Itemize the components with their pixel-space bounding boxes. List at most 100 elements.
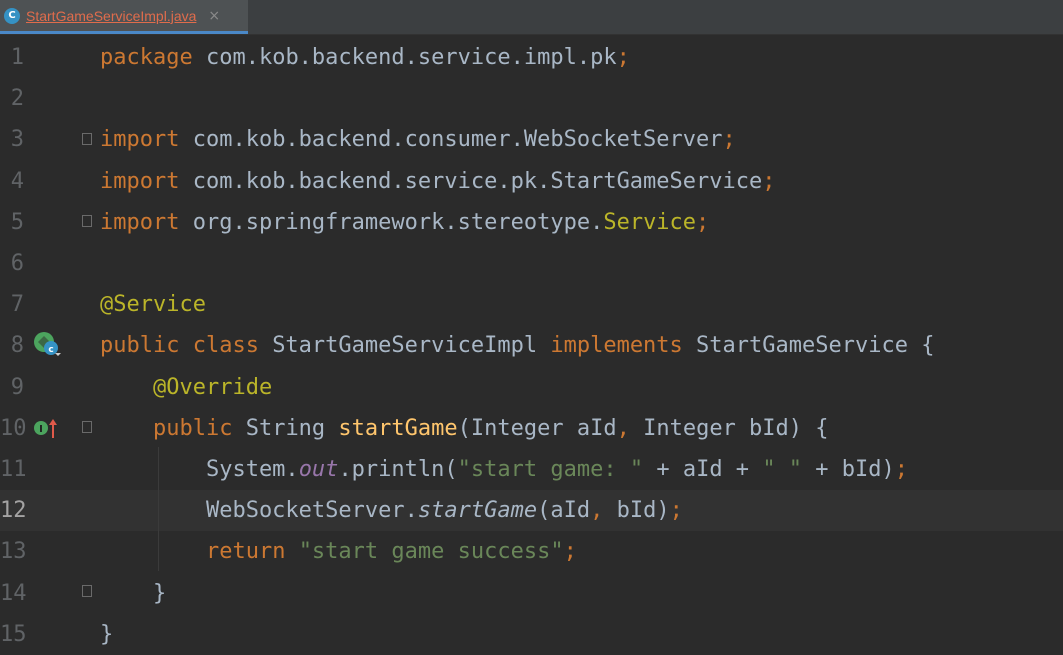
code-token: String xyxy=(245,415,339,441)
code-token: " " xyxy=(762,457,803,482)
code-token: com.kob.backend.service.impl.pk xyxy=(205,45,617,70)
code-token: ; xyxy=(563,539,577,565)
line-number: 8 xyxy=(10,333,24,359)
code-token: org.springframework.stereotype. xyxy=(192,209,604,235)
code-token: com.kob.backend.consumer.WebSocketServer xyxy=(192,127,723,153)
fold-marker[interactable] xyxy=(82,215,92,227)
line-number: 2 xyxy=(10,86,24,112)
code-line[interactable]: 7 @Service xyxy=(0,284,1063,325)
code-line[interactable]: 14 } xyxy=(0,573,1063,614)
code-line[interactable]: 1 package com.kob.backend.service.impl.pk… xyxy=(0,37,1063,78)
code-line[interactable]: 10 public String startGame(Integer aId, … xyxy=(0,408,1063,449)
line-number: 3 xyxy=(10,127,24,153)
code-line[interactable]: 13 return "start game success"; xyxy=(0,531,1063,572)
code-line[interactable]: 4 import com.kob.backend.service.pk.Start… xyxy=(0,161,1063,202)
code-token: (aId xyxy=(537,498,591,524)
code-token: ; xyxy=(894,457,909,482)
code-token: .println( xyxy=(338,457,458,482)
code-editor[interactable]: 15} 14 } 13 return "start game success"; 12… xyxy=(0,35,1063,652)
line-number: 15 xyxy=(0,621,27,647)
code-text: } xyxy=(100,614,113,655)
code-token: StartGameService { xyxy=(696,333,935,359)
code-token: System. xyxy=(100,457,299,482)
java-class-icon: C xyxy=(4,7,20,24)
code-token: return xyxy=(205,539,299,565)
code-token: } xyxy=(100,580,167,606)
line-number: 12 xyxy=(0,498,27,524)
code-token: import xyxy=(100,127,193,153)
code-token: startGame xyxy=(338,415,458,441)
code-token: "start game success" xyxy=(298,539,564,565)
code-token: package xyxy=(100,45,206,70)
code-token: WebSocketServer. xyxy=(100,498,418,524)
code-token: ; xyxy=(696,209,710,235)
code-token: Service xyxy=(603,209,697,235)
code-token: import xyxy=(100,209,193,235)
code-line[interactable]: 5 import org.springframework.stereotype.S… xyxy=(0,202,1063,243)
editor-tab-bar: C StartGameServiceImpl.java × xyxy=(0,0,1063,35)
code-line[interactable]: 15} xyxy=(0,614,1063,655)
tab-startgameserviceimpl[interactable]: C StartGameServiceImpl.java × xyxy=(0,0,248,34)
line-number: 10 xyxy=(0,415,27,441)
code-line[interactable]: 3 import com.kob.backend.consumer.WebSock… xyxy=(0,119,1063,160)
code-text: package com.kob.backend.service.impl.pk; xyxy=(100,37,630,78)
indent-guide xyxy=(158,447,159,571)
implemented-class-icon[interactable]: c xyxy=(32,330,62,358)
code-token: ; xyxy=(762,168,776,194)
code-line[interactable]: 8 public class StartGameServiceImpl imple… xyxy=(0,325,1063,366)
code-token: Integer bId) { xyxy=(643,415,829,441)
code-line[interactable]: 12 WebSocketServer.startGame(aId, bId); xyxy=(0,490,1063,532)
line-number: 7 xyxy=(10,292,24,318)
code-token: public class xyxy=(100,333,273,359)
code-text: import com.kob.backend.service.pk.StartG… xyxy=(100,161,776,202)
code-text: @Service xyxy=(100,284,206,325)
line-number: 4 xyxy=(10,168,24,194)
line-number: 11 xyxy=(0,457,27,482)
line-number: 5 xyxy=(10,209,24,235)
fold-marker[interactable] xyxy=(82,421,92,433)
fold-marker[interactable] xyxy=(82,133,92,145)
implements-method-icon[interactable]: I xyxy=(32,416,62,442)
code-token: public xyxy=(152,415,246,441)
code-line[interactable]: 2 xyxy=(0,78,1063,119)
line-number: 9 xyxy=(10,374,24,400)
code-text: } xyxy=(100,573,166,614)
code-text: public class StartGameServiceImpl implem… xyxy=(100,325,934,366)
tab-title: StartGameServiceImpl.java xyxy=(26,7,197,24)
code-token: out xyxy=(298,457,339,482)
line-number: 14 xyxy=(0,580,27,606)
code-text: System.out.println("start game: " + aId … xyxy=(100,449,908,490)
code-token: "start game: " xyxy=(457,457,644,482)
line-number: 6 xyxy=(10,251,24,276)
code-text: import com.kob.backend.consumer.WebSocke… xyxy=(100,119,736,160)
code-token: ; xyxy=(722,127,736,153)
code-token: + bId) xyxy=(802,457,895,482)
code-token: } xyxy=(100,621,114,647)
fold-marker[interactable] xyxy=(82,585,92,597)
code-text: public String startGame(Integer aId, Int… xyxy=(100,408,829,449)
line-number: 13 xyxy=(0,539,27,565)
code-token: bId) xyxy=(616,498,670,524)
code-token: ; xyxy=(669,498,683,524)
code-line[interactable]: 11 System.out.println("start game: " + a… xyxy=(0,449,1063,490)
code-token: implements xyxy=(550,333,697,359)
code-line[interactable]: 9 @Override xyxy=(0,367,1063,408)
code-token: com.kob.backend.service.pk.StartGameServ… xyxy=(192,168,763,194)
code-token: StartGameServiceImpl xyxy=(272,333,551,359)
code-token: ; xyxy=(616,45,630,70)
line-number: 1 xyxy=(10,45,24,70)
code-token: , xyxy=(590,498,617,524)
code-token: @Service xyxy=(100,292,206,318)
code-line[interactable]: 6 xyxy=(0,243,1063,284)
code-token: (Integer aId xyxy=(457,415,617,441)
code-text: @Override xyxy=(100,367,272,408)
svg-text:c: c xyxy=(48,345,53,355)
code-text: return "start game success"; xyxy=(100,531,577,572)
code-token: import xyxy=(100,168,193,194)
code-token: + aId + xyxy=(643,457,763,482)
code-text: WebSocketServer.startGame(aId, bId); xyxy=(100,490,683,531)
close-icon[interactable]: × xyxy=(208,8,220,24)
